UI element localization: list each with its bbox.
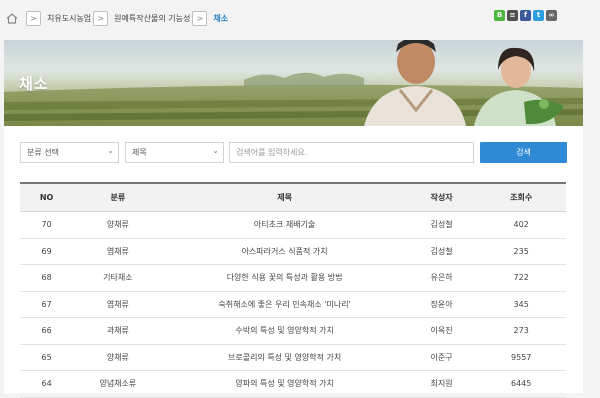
row-no: 67 xyxy=(20,291,74,318)
chevron-right-icon: > xyxy=(93,11,109,26)
search-field-label: 제목 xyxy=(132,148,147,157)
chevron-down-icon: ⌄ xyxy=(107,146,114,155)
row-views: 235 xyxy=(476,238,566,265)
share-icons: B ≡ f t ∞ xyxy=(494,10,557,21)
breadcrumb-item-functionality[interactable]: 원예특작산물의 기능성 xyxy=(114,13,190,24)
table-row[interactable]: 66 과채류 수박의 특성 및 영양학적 가치 이옥진 273 xyxy=(20,317,566,345)
row-views: 6445 xyxy=(476,370,566,398)
col-header-views: 조회수 xyxy=(476,182,566,212)
row-views: 9557 xyxy=(476,344,566,371)
row-title-link[interactable]: 아스파라거스 식품적 가치 xyxy=(162,238,407,265)
category-select[interactable]: 분류 선택 ⌄ xyxy=(20,142,119,163)
table-row[interactable]: 65 양채류 브로콜리의 특성 및 영양학적 가치 이준구 9557 xyxy=(20,344,566,371)
chevron-right-icon: > xyxy=(192,11,208,26)
search-field-select[interactable]: 제목 ⌄ xyxy=(125,142,224,163)
row-category: 양채류 xyxy=(73,344,163,371)
col-header-author: 작성자 xyxy=(406,182,477,212)
row-views: 345 xyxy=(476,291,566,318)
row-no: 70 xyxy=(20,211,74,239)
table-row[interactable]: 69 엽채류 아스파라거스 식품적 가치 김성철 235 xyxy=(20,238,566,265)
row-no: 66 xyxy=(20,317,74,345)
keyword-input[interactable]: 검색어를 입력하세요. xyxy=(229,142,474,163)
row-no: 65 xyxy=(20,344,74,371)
chevron-right-icon: > xyxy=(26,11,41,26)
col-header-category: 분류 xyxy=(73,182,163,212)
row-no: 69 xyxy=(20,238,74,265)
row-views: 722 xyxy=(476,264,566,292)
category-select-label: 분류 선택 xyxy=(27,148,59,157)
row-views: 273 xyxy=(476,317,566,345)
row-category: 과채류 xyxy=(73,317,163,345)
table-header-row: NO 분류 제목 작성자 조회수 xyxy=(20,182,566,212)
page-title: 채소 xyxy=(19,75,49,93)
board-table: NO 분류 제목 작성자 조회수 70 양채류 아티초크 재배기술 김성철 40… xyxy=(20,182,566,398)
row-author: 김성철 xyxy=(406,211,477,239)
facebook-icon[interactable]: f xyxy=(520,10,531,21)
breadcrumb-item-current: 채소 xyxy=(213,14,229,23)
chevron-down-icon: ⌄ xyxy=(212,146,219,155)
row-no: 64 xyxy=(20,370,74,398)
row-author: 유은하 xyxy=(406,264,477,292)
search-button[interactable]: 검색 xyxy=(480,142,567,163)
row-author: 장윤아 xyxy=(406,291,477,318)
table-row[interactable]: 70 양채류 아티초크 재배기술 김성철 402 xyxy=(20,211,566,239)
row-author: 이준구 xyxy=(406,344,477,371)
page-banner: 채소 xyxy=(4,40,583,126)
row-title-link[interactable]: 숙취해소에 좋은 우리 민속채소 '미나리' xyxy=(162,291,407,318)
band-icon[interactable]: B xyxy=(494,10,505,21)
keyword-placeholder: 검색어를 입력하세요. xyxy=(236,148,308,157)
row-title-link[interactable]: 브로콜리의 특성 및 영양학적 가치 xyxy=(162,344,407,371)
home-icon[interactable] xyxy=(6,13,18,24)
table-row[interactable]: 68 기타채소 다양한 식용 꽃의 특성과 활용 방법 유은하 722 xyxy=(20,264,566,292)
naver-icon[interactable]: ≡ xyxy=(507,10,518,21)
row-author: 최지원 xyxy=(406,370,477,398)
breadcrumb: > 치유도시농업 > 원예특작산물의 기능성 > 채소 xyxy=(6,11,228,26)
top-bar: > 치유도시농업 > 원예특작산물의 기능성 > 채소 B ≡ f t ∞ xyxy=(0,0,600,33)
twitter-icon[interactable]: t xyxy=(533,10,544,21)
col-header-no: NO xyxy=(20,182,74,212)
link-icon[interactable]: ∞ xyxy=(546,10,557,21)
row-title-link[interactable]: 수박의 특성 및 영양학적 가치 xyxy=(162,317,407,345)
row-title-link[interactable]: 양파의 특성 및 영양학적 가치 xyxy=(162,370,407,398)
row-author: 김성철 xyxy=(406,238,477,265)
col-header-title: 제목 xyxy=(162,182,407,212)
table-row[interactable]: 67 엽채류 숙취해소에 좋은 우리 민속채소 '미나리' 장윤아 345 xyxy=(20,291,566,318)
row-category: 양념채소류 xyxy=(73,370,163,398)
row-title-link[interactable]: 다양한 식용 꽃의 특성과 활용 방법 xyxy=(162,264,407,292)
banner-farmers-image xyxy=(4,40,583,126)
row-category: 양채류 xyxy=(73,211,163,239)
row-views: 402 xyxy=(476,211,566,239)
table-row[interactable]: 64 양념채소류 양파의 특성 및 영양학적 가치 최지원 6445 xyxy=(20,370,566,398)
board-panel: 분류 선택 ⌄ 제목 ⌄ 검색어를 입력하세요. 검색 NO 분류 제목 작성자… xyxy=(4,126,583,398)
row-category: 기타채소 xyxy=(73,264,163,292)
row-author: 이옥진 xyxy=(406,317,477,345)
row-category: 엽채류 xyxy=(73,238,163,265)
row-title-link[interactable]: 아티초크 재배기술 xyxy=(162,211,407,239)
breadcrumb-item-urban-agriculture[interactable]: 치유도시농업 xyxy=(47,13,91,24)
row-no: 68 xyxy=(20,264,74,292)
row-category: 엽채류 xyxy=(73,291,163,318)
